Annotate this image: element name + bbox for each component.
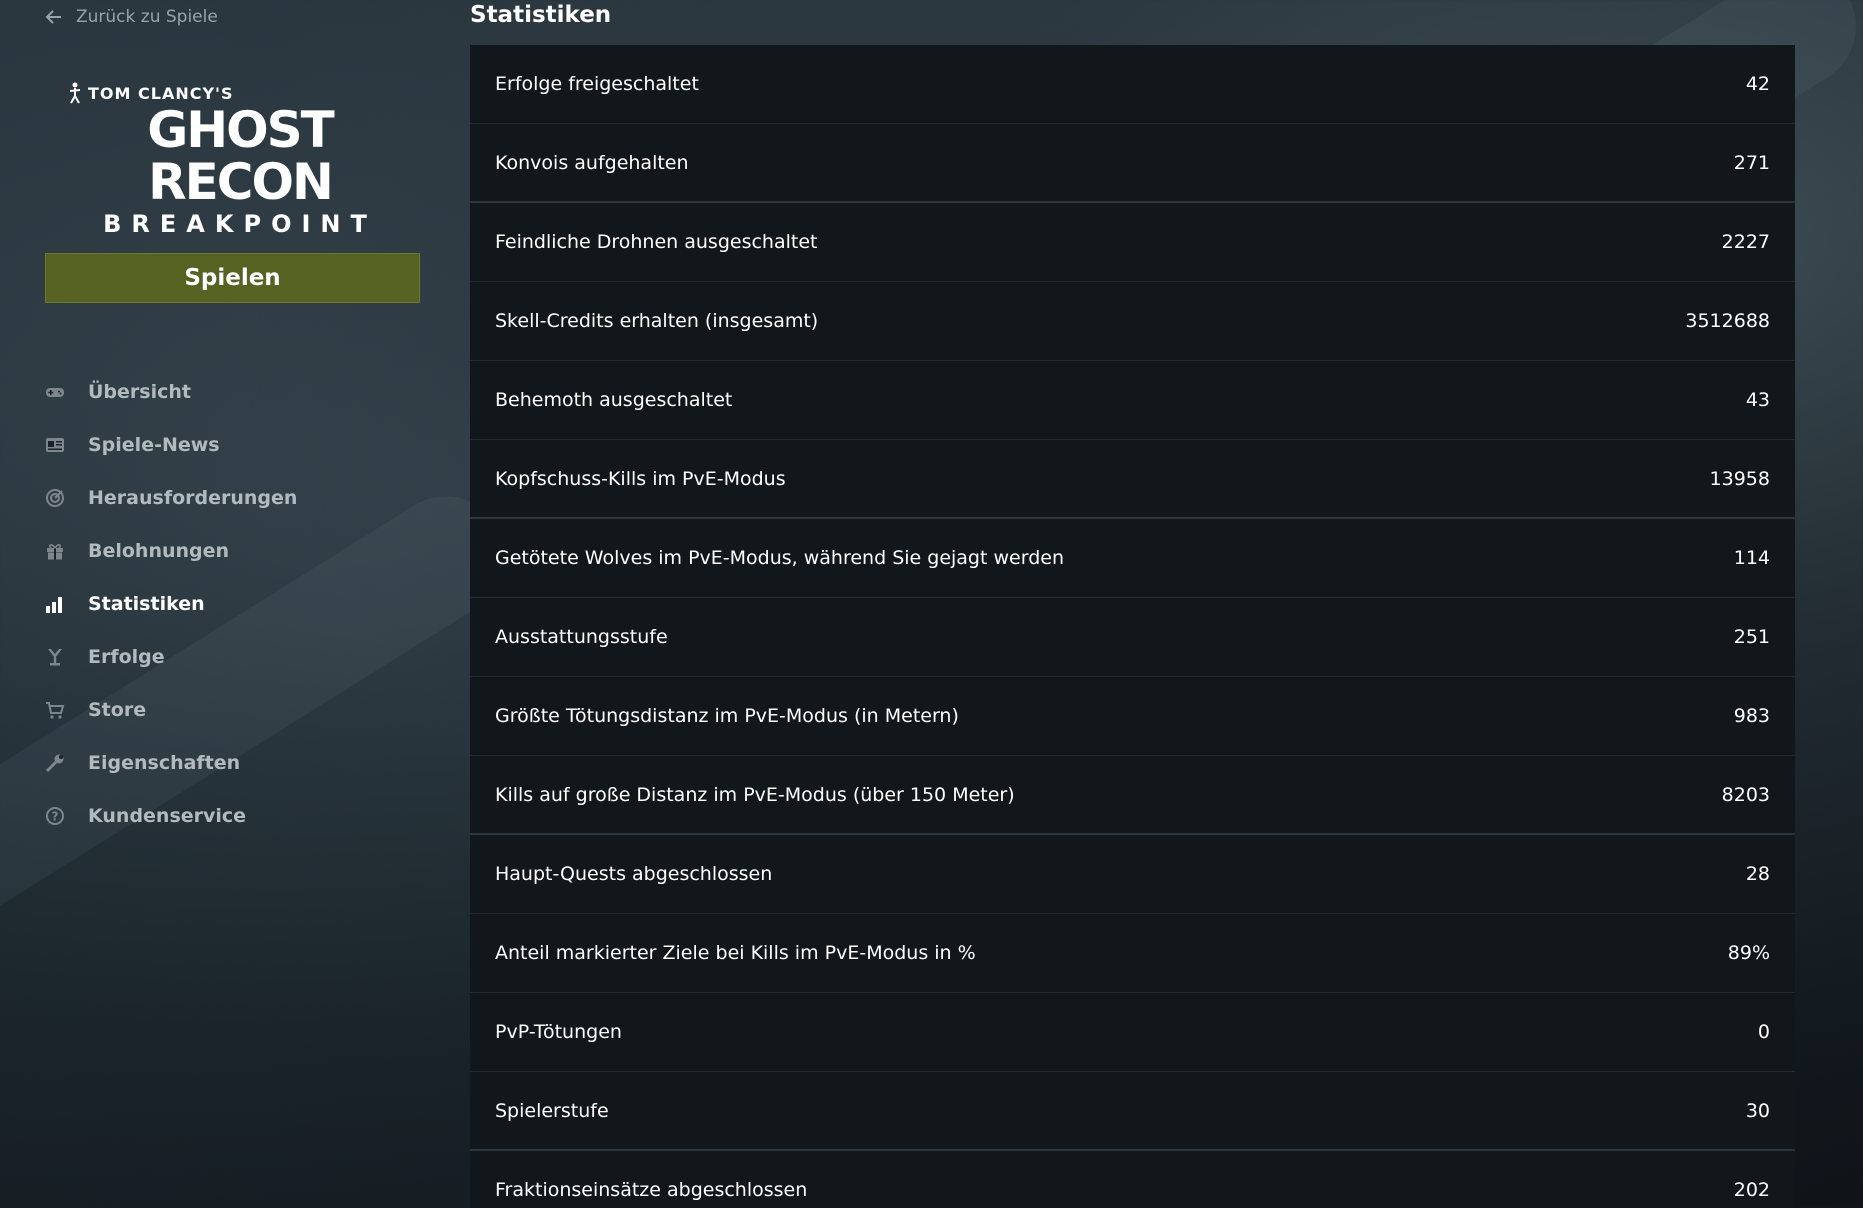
trophy-icon xyxy=(44,646,66,668)
news-icon xyxy=(44,434,66,456)
stat-row: Getötete Wolves im PvE-Modus, während Si… xyxy=(470,519,1795,598)
svg-text:?: ? xyxy=(52,809,59,823)
page-title: Statistiken xyxy=(470,2,612,28)
cart-icon xyxy=(44,699,66,721)
stat-label: Konvois aufgehalten xyxy=(495,151,689,174)
stat-label: Größte Tötungsdistanz im PvE-Modus (in M… xyxy=(495,705,959,727)
nav-item-label: Eigenschaften xyxy=(88,751,241,774)
stat-row: Größte Tötungsdistanz im PvE-Modus (in M… xyxy=(470,677,1795,756)
stat-row: Ausstattungsstufe 251 xyxy=(470,598,1795,677)
stat-row: Haupt-Quests abgeschlossen 28 xyxy=(470,835,1795,914)
stat-label: Fraktionseinsätze abgeschlossen xyxy=(495,1179,808,1201)
stat-row: Anteil markierter Ziele bei Kills im PvE… xyxy=(470,914,1795,993)
nav-item-label: Übersicht xyxy=(88,380,191,403)
stat-label: Kills auf große Distanz im PvE-Modus (üb… xyxy=(495,783,1015,806)
nav-item-label: Store xyxy=(88,698,147,721)
stat-label: Haupt-Quests abgeschlossen xyxy=(495,863,773,885)
stat-value: 43 xyxy=(1745,389,1770,411)
stat-value: 28 xyxy=(1745,863,1770,885)
stat-row: Erfolge freigeschaltet 42 xyxy=(470,45,1795,124)
wrench-icon xyxy=(44,752,66,774)
bar-chart-icon xyxy=(44,593,66,615)
nav-item-customer-service[interactable]: ? Kundenservice xyxy=(44,789,444,842)
stat-row: Spielerstufe 30 xyxy=(470,1072,1795,1151)
stat-label: PvP-Tötungen xyxy=(495,1021,622,1043)
nav-item-label: Kundenservice xyxy=(88,804,247,827)
stat-value: 8203 xyxy=(1721,783,1770,806)
logo-main-text: GHOST RECON xyxy=(147,101,335,211)
stat-label: Ausstattungsstufe xyxy=(495,626,668,648)
game-logo: TOM CLANCY'S GHOST RECON BREAKPOINT xyxy=(60,82,420,238)
nav-item-properties[interactable]: Eigenschaften xyxy=(44,736,444,789)
stat-label: Spielerstufe xyxy=(495,1099,609,1122)
play-button[interactable]: Spielen xyxy=(45,253,420,303)
sidebar: Zurück zu Spiele TOM CLANCY'S GHOST RECO… xyxy=(0,0,470,1208)
logo-sub-text: BREAKPOINT xyxy=(103,210,377,238)
back-to-games-link[interactable]: Zurück zu Spiele xyxy=(44,2,218,32)
stat-label: Kopfschuss-Kills im PvE-Modus xyxy=(495,467,786,490)
stat-row: PvP-Tötungen 0 xyxy=(470,993,1795,1072)
nav-item-challenges[interactable]: Herausforderungen xyxy=(44,471,444,524)
nav-item-label: Erfolge xyxy=(88,645,165,668)
nav-item-overview[interactable]: Übersicht xyxy=(44,365,444,418)
nav-item-label: Herausforderungen xyxy=(88,486,298,509)
stat-value: 2227 xyxy=(1721,231,1770,253)
nav-item-game-news[interactable]: Spiele-News xyxy=(44,418,444,471)
nav-item-statistics[interactable]: Statistiken xyxy=(44,577,444,630)
stat-value: 42 xyxy=(1745,73,1770,95)
stat-value: 983 xyxy=(1733,705,1770,727)
stat-value: 30 xyxy=(1745,1099,1770,1122)
stat-label: Erfolge freigeschaltet xyxy=(495,73,699,95)
stat-row: Kills auf große Distanz im PvE-Modus (üb… xyxy=(470,756,1795,835)
stat-label: Feindliche Drohnen ausgeschaltet xyxy=(495,231,818,253)
stat-row: Skell-Credits erhalten (insgesamt) 35126… xyxy=(470,282,1795,361)
stat-value: 0 xyxy=(1757,1021,1770,1043)
stat-row: Fraktionseinsätze abgeschlossen 202 xyxy=(470,1151,1795,1208)
stat-row: Konvois aufgehalten 271 xyxy=(470,124,1795,203)
stat-row: Behemoth ausgeschaltet 43 xyxy=(470,361,1795,440)
stat-value: 3512688 xyxy=(1685,310,1770,332)
soldier-icon xyxy=(69,82,81,104)
stat-label: Behemoth ausgeschaltet xyxy=(495,389,733,411)
stat-row: Feindliche Drohnen ausgeschaltet 2227 xyxy=(470,203,1795,282)
nav-item-rewards[interactable]: Belohnungen xyxy=(44,524,444,577)
nav-item-label: Belohnungen xyxy=(88,539,230,562)
stat-value: 114 xyxy=(1733,547,1770,569)
target-icon xyxy=(44,487,66,509)
arrow-left-icon xyxy=(45,10,61,24)
stat-row: Kopfschuss-Kills im PvE-Modus 13958 xyxy=(470,440,1795,519)
stat-label: Getötete Wolves im PvE-Modus, während Si… xyxy=(495,547,1064,569)
gift-icon xyxy=(44,540,66,562)
stats-list: Erfolge freigeschaltet 42 Konvois aufgeh… xyxy=(470,45,1795,1208)
stat-value: 13958 xyxy=(1709,467,1770,490)
stat-value: 202 xyxy=(1733,1179,1770,1201)
nav-item-store[interactable]: Store xyxy=(44,683,444,736)
game-nav: Übersicht Spiele-News Herausforderungen … xyxy=(44,365,444,842)
stat-label: Skell-Credits erhalten (insgesamt) xyxy=(495,310,819,332)
nav-item-achievements[interactable]: Erfolge xyxy=(44,630,444,683)
stat-label: Anteil markierter Ziele bei Kills im PvE… xyxy=(495,942,976,964)
stat-value: 251 xyxy=(1733,626,1770,648)
gamepad-icon xyxy=(44,381,66,403)
help-icon: ? xyxy=(44,805,66,827)
nav-item-label: Statistiken xyxy=(88,592,205,615)
stat-value: 271 xyxy=(1733,151,1770,174)
nav-item-label: Spiele-News xyxy=(88,433,220,456)
back-link-label: Zurück zu Spiele xyxy=(76,7,218,27)
stat-value: 89% xyxy=(1727,942,1770,964)
